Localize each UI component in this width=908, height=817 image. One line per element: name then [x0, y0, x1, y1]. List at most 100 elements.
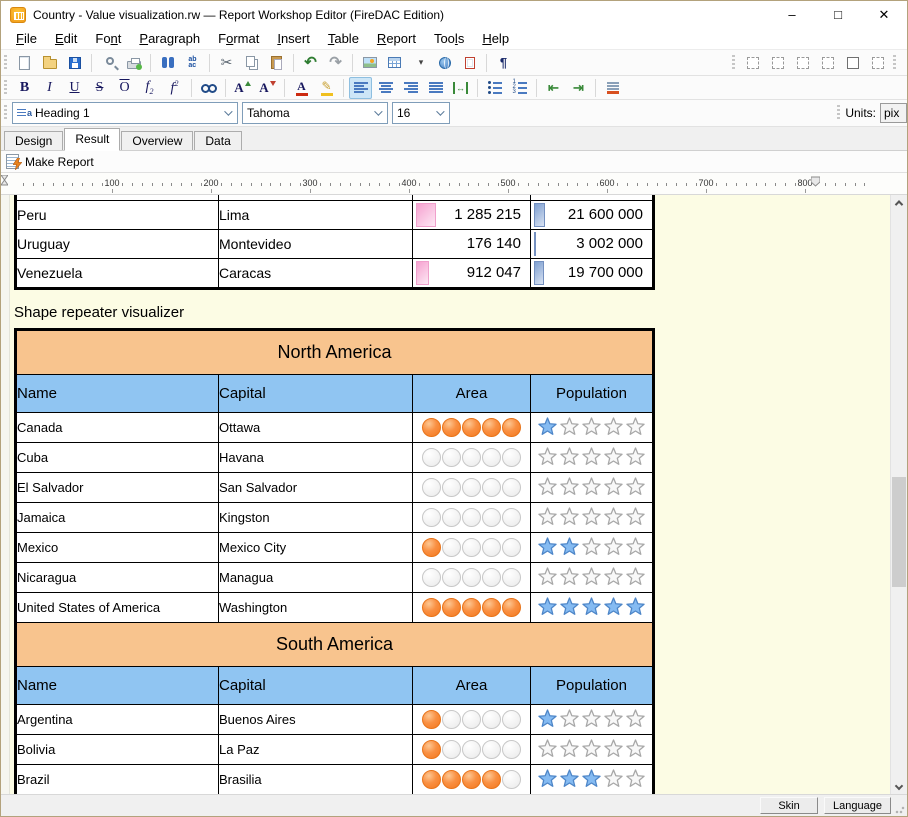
indent-decrease-button[interactable]: ⇤: [542, 77, 565, 99]
align-right-button[interactable]: [399, 77, 422, 99]
menu-insert[interactable]: Insert: [268, 29, 319, 48]
underline-button[interactable]: U: [63, 77, 86, 99]
print-button[interactable]: [122, 52, 145, 74]
open-folder-button[interactable]: [38, 52, 61, 74]
scroll-down-button[interactable]: [891, 778, 907, 794]
strikethrough-button[interactable]: S: [88, 77, 111, 99]
main-toolbar: abac ✂ ↶↷ ▾ ¶: [1, 50, 907, 76]
vertical-scrollbar[interactable]: [890, 195, 907, 794]
cut-button[interactable]: ✂: [215, 52, 238, 74]
font-color-button[interactable]: A: [290, 77, 313, 99]
chevron-down-icon: [374, 107, 382, 115]
hyperlink-button[interactable]: [433, 52, 456, 74]
font-decrease-button[interactable]: A: [256, 77, 279, 99]
border-style-5-button[interactable]: [841, 52, 864, 74]
minimize-button[interactable]: –: [769, 1, 815, 28]
border-style-2-button[interactable]: [766, 52, 789, 74]
region-header: South America: [17, 622, 653, 666]
tab-overview[interactable]: Overview: [121, 131, 193, 150]
menu-tools[interactable]: Tools: [425, 29, 473, 48]
toolbar-grip[interactable]: [4, 55, 7, 71]
align-left-button[interactable]: [349, 77, 372, 99]
fit-width-button[interactable]: ↔: [449, 77, 472, 99]
glasses-button[interactable]: [197, 77, 220, 99]
scrollbar-thumb[interactable]: [892, 477, 906, 587]
align-justify-button[interactable]: [424, 77, 447, 99]
toolbar-grip[interactable]: [4, 105, 7, 121]
toolbar-separator: [536, 79, 537, 97]
font-increase-button[interactable]: A: [231, 77, 254, 99]
left-indent-marker[interactable]: [1, 175, 8, 189]
menu-font[interactable]: Font: [86, 29, 130, 48]
menu-edit[interactable]: Edit: [46, 29, 86, 48]
font-size-combo[interactable]: 16: [392, 102, 450, 124]
menu-format[interactable]: Format: [209, 29, 268, 48]
menu-table[interactable]: Table: [319, 29, 368, 48]
highlight-color-button[interactable]: ✎: [315, 77, 338, 99]
close-button[interactable]: ✕: [861, 1, 907, 28]
paragraph-style-combo[interactable]: a Heading 1: [12, 102, 238, 124]
subscript-button[interactable]: f2: [138, 77, 161, 99]
units-selector[interactable]: pix: [880, 103, 907, 123]
border-style-1-button[interactable]: [741, 52, 764, 74]
tab-data[interactable]: Data: [194, 131, 241, 150]
align-center-button[interactable]: [374, 77, 397, 99]
toolbar-grip[interactable]: [893, 55, 896, 71]
overline-button[interactable]: O: [113, 77, 136, 99]
font-name-combo[interactable]: Tahoma: [242, 102, 388, 124]
find-button[interactable]: [156, 52, 179, 74]
resize-grip[interactable]: [895, 804, 905, 814]
bullet-list-button[interactable]: [483, 77, 506, 99]
ruler-tick: [191, 183, 192, 186]
paste-button[interactable]: [265, 52, 288, 74]
save-button[interactable]: [63, 52, 86, 74]
new-document-button[interactable]: [13, 52, 36, 74]
toolbar-grip[interactable]: [837, 105, 840, 121]
border-style-4-button[interactable]: [816, 52, 839, 74]
ruler-label: 500: [500, 178, 515, 188]
border-style-3-button[interactable]: [791, 52, 814, 74]
circle-empty-icon: [442, 508, 461, 527]
scroll-up-button[interactable]: [891, 195, 907, 211]
replace-button[interactable]: abac: [181, 52, 204, 74]
country-name-cell: Cuba: [17, 442, 219, 472]
menu-report[interactable]: Report: [368, 29, 425, 48]
undo-button[interactable]: ↶: [299, 52, 322, 74]
insert-image-button[interactable]: [358, 52, 381, 74]
paragraph-color-button[interactable]: [601, 77, 624, 99]
tab-design[interactable]: Design: [4, 131, 63, 150]
copy-button[interactable]: [240, 52, 263, 74]
tab-result[interactable]: Result: [64, 128, 120, 151]
star-empty-icon: [581, 507, 602, 527]
redo-button[interactable]: ↷: [324, 52, 347, 74]
language-button[interactable]: Language: [824, 797, 891, 814]
star-filled-icon: [581, 597, 602, 617]
italic-button[interactable]: I: [38, 77, 61, 99]
border-style-6-button[interactable]: [866, 52, 889, 74]
report-page: PeruLima1 285 21521 600 000UruguayMontev…: [10, 195, 890, 794]
insert-table-button[interactable]: [383, 52, 406, 74]
circle-empty-icon: [502, 538, 521, 557]
table-row: CanadaOttawa: [17, 412, 653, 442]
maximize-button[interactable]: □: [815, 1, 861, 28]
column-header-row: NameCapitalAreaPopulation: [17, 374, 653, 412]
menu-file[interactable]: File: [7, 29, 46, 48]
table-dropdown-button[interactable]: ▾: [408, 52, 431, 74]
menu-help[interactable]: Help: [473, 29, 518, 48]
pilcrow-button[interactable]: ¶: [492, 52, 515, 74]
print-preview-button[interactable]: [97, 52, 120, 74]
toolbar-grip[interactable]: [4, 80, 7, 96]
indent-increase-button[interactable]: ⇥: [567, 77, 590, 99]
make-report-button[interactable]: Make Report: [6, 154, 94, 169]
star-rating: [531, 413, 652, 442]
toolbar-grip[interactable]: [732, 55, 735, 71]
skin-button[interactable]: Skin: [760, 797, 818, 814]
superscript-button[interactable]: f2: [163, 77, 186, 99]
menu-paragraph[interactable]: Paragraph: [130, 29, 209, 48]
numbered-list-button[interactable]: 123: [508, 77, 531, 99]
align-right-icon: [404, 81, 418, 94]
bold-button[interactable]: B: [13, 77, 36, 99]
star-filled-icon: [559, 537, 580, 557]
paste-special-button[interactable]: [458, 52, 481, 74]
right-indent-marker[interactable]: [811, 175, 820, 189]
